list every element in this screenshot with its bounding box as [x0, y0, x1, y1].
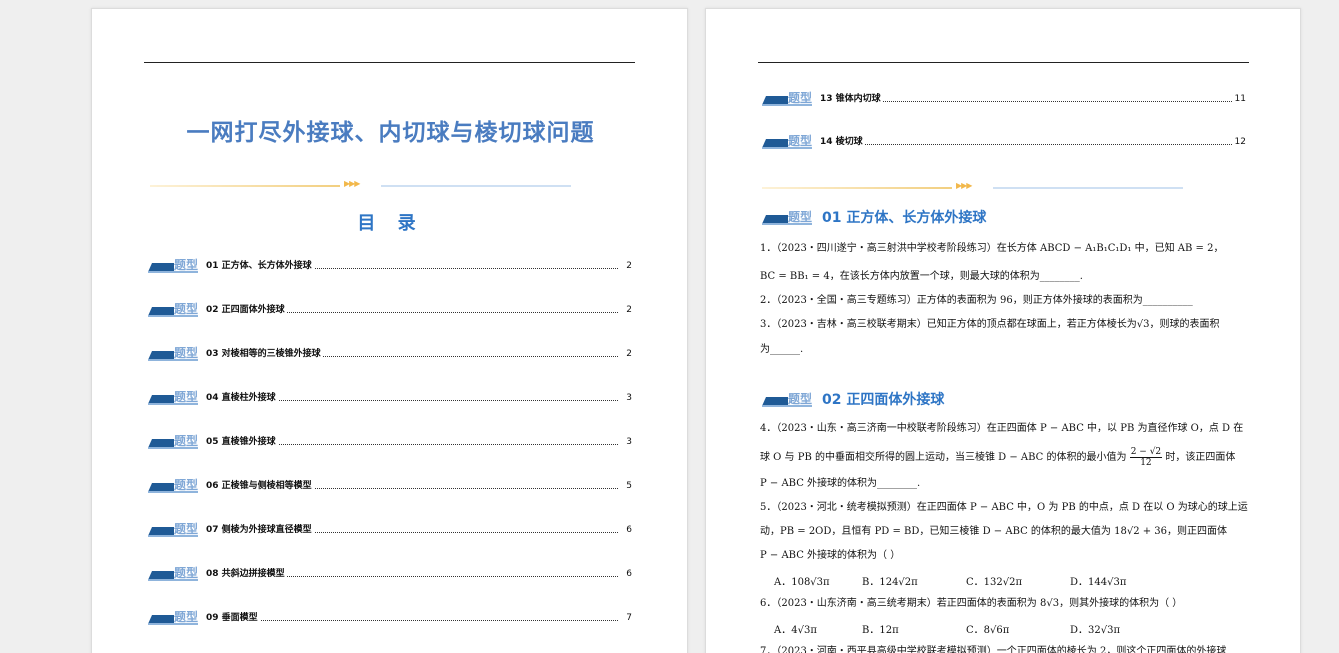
- toc-entry-label: 05 直棱锥外接球: [206, 435, 278, 449]
- toc-entry-label: 13 锥体内切球: [820, 92, 883, 106]
- question-5-option-b: B．124√2π: [862, 577, 918, 588]
- toc-entry-page: 12: [1232, 135, 1246, 149]
- question-type-badge: 题型: [762, 91, 812, 106]
- toc-entry-page: 2: [624, 259, 632, 273]
- question-type-badge: 题型: [762, 392, 812, 407]
- dot-leader: [820, 144, 1232, 145]
- toc-entry-page: 6: [624, 567, 632, 581]
- question-type-badge: 题型: [148, 478, 198, 493]
- question-5-line-3: P − ABC 外接球的体积为（ ）: [760, 550, 901, 561]
- question-type-badge: 题型: [148, 302, 198, 317]
- question-4-line-3: P − ABC 外接球的体积为________.: [760, 478, 921, 489]
- question-type-badge: 题型: [148, 346, 198, 361]
- decorative-divider: ▶▶▶: [762, 181, 1188, 193]
- question-6-option-a: A．4√3π: [774, 625, 817, 636]
- toc-entry-page: 5: [624, 479, 632, 493]
- question-4-line-2: 球 O 与 PB 的中垂面相交所得的圆上运动，当三棱锥 D − ABC 的体积的…: [760, 447, 1236, 468]
- toc-entry-page: 3: [624, 391, 632, 405]
- toc-entry[interactable]: 题型 07 侧棱为外接球直径模型 6: [148, 522, 632, 537]
- toc-entry-page: 11: [1232, 92, 1246, 106]
- question-4-line-1: 4．（2023・山东・高三济南一中校联考阶段练习）在正四面体 P − ABC 中…: [760, 423, 1244, 434]
- toc-entry[interactable]: 题型 01 正方体、长方体外接球 2: [148, 258, 632, 273]
- question-1-line-2: BC = BB₁ = 4，在该长方体内放置一个球，则最大球的体积为_______…: [760, 271, 1083, 282]
- toc-entry[interactable]: 题型 06 正棱锥与侧棱相等模型 5: [148, 478, 632, 493]
- toc-entry-page: 2: [624, 303, 632, 317]
- toc-entry[interactable]: 题型 09 垂面模型 7: [148, 610, 632, 625]
- question-5-option-c: C．132√2π: [966, 577, 1023, 588]
- decorative-divider: ▶▶▶: [150, 179, 582, 191]
- question-type-badge: 题型: [148, 390, 198, 405]
- question-3-line-2: 为______.: [760, 344, 804, 355]
- toc-entry[interactable]: 题型 14 棱切球 12: [762, 134, 1246, 149]
- toc-entry[interactable]: 题型 08 共斜边拼接模型 6: [148, 566, 632, 581]
- question-5-line-1: 5．（2023・河北・统考模拟预测）在正四面体 P − ABC 中，O 为 PB…: [760, 502, 1248, 513]
- toc-entry-page: 2: [624, 347, 632, 361]
- question-type-badge: 题型: [762, 134, 812, 149]
- toc-entry-label: 03 对棱相等的三棱锥外接球: [206, 347, 323, 361]
- toc-entry-page: 7: [624, 611, 632, 625]
- question-7-line-1: 7．（2023・河南・西平县高级中学校联考模拟预测）一个正四面体的棱长为 2，则…: [760, 646, 1227, 653]
- toc-entry-label: 02 正四面体外接球: [206, 303, 287, 317]
- question-type-badge: 题型: [148, 522, 198, 537]
- toc-entry-label: 08 共斜边拼接模型: [206, 567, 287, 581]
- question-6-line-1: 6．（2023・山东济南・高三统考期末）若正四面体的表面积为 8√3，则其外接球…: [760, 598, 1183, 609]
- question-type-badge: 题型: [148, 434, 198, 449]
- question-3-line-1: 3．（2023・吉林・高三校联考期末）已知正方体的顶点都在球面上，若正方体棱长为…: [760, 319, 1220, 330]
- question-5-line-2: 动，PB = 2OD，且恒有 PD = BD，已知三棱锥 D − ABC 的体积…: [760, 526, 1228, 537]
- question-2-line-1: 2．（2023・全国・高三专题练习）正方体的表面积为 96，则正方体外接球的表面…: [760, 295, 1193, 306]
- toc-entry-label: 07 侧棱为外接球直径模型: [206, 523, 314, 537]
- toc-entry[interactable]: 题型 13 锥体内切球 11: [762, 91, 1246, 106]
- toc-entry[interactable]: 题型 05 直棱锥外接球 3: [148, 434, 632, 449]
- toc-entry-label: 14 棱切球: [820, 135, 865, 149]
- toc-entry-label: 06 正棱锥与侧棱相等模型: [206, 479, 314, 493]
- question-type-badge: 题型: [762, 210, 812, 225]
- header-rule: [758, 62, 1249, 63]
- question-6-option-c: C．8√6π: [966, 625, 1010, 636]
- dot-leader: [206, 620, 618, 621]
- question-5-option-a: A．108√3π: [774, 577, 830, 588]
- document-title: 一网打尽外接球、内切球与棱切球问题: [186, 120, 595, 146]
- toc-entry[interactable]: 题型 03 对棱相等的三棱锥外接球 2: [148, 346, 632, 361]
- toc-heading: 目 录: [357, 213, 424, 234]
- section-title: 01 正方体、长方体外接球: [822, 210, 987, 226]
- toc-entry-label: 04 直棱柱外接球: [206, 391, 278, 405]
- question-1-line-1: 1．（2023・四川遂宁・高三射洪中学校考阶段练习）在长方体 ABCD − A₁…: [760, 243, 1224, 254]
- document-page-right: 题型 13 锥体内切球 11 题型 14 棱切球 12 ▶▶▶ 题型 01 正方体、长方体…: [705, 8, 1301, 653]
- toc-entry-label: 09 垂面模型: [206, 611, 260, 625]
- question-6-option-d: D．32√3π: [1070, 625, 1121, 636]
- document-page-left: 一网打尽外接球、内切球与棱切球问题 ▶▶▶ 目 录 题型 01 正方体、长方体外接…: [91, 8, 688, 653]
- toc-entry-label: 01 正方体、长方体外接球: [206, 259, 314, 273]
- toc-entry[interactable]: 题型 02 正四面体外接球 2: [148, 302, 632, 317]
- question-type-badge: 题型: [148, 566, 198, 581]
- question-type-badge: 题型: [148, 258, 198, 273]
- question-type-badge: 题型: [148, 610, 198, 625]
- toc-entry-page: 6: [624, 523, 632, 537]
- toc-entry-page: 3: [624, 435, 632, 449]
- fraction: 2 − √2 12: [1129, 447, 1163, 468]
- toc-entry[interactable]: 题型 04 直棱柱外接球 3: [148, 390, 632, 405]
- header-rule: [144, 62, 635, 63]
- section-title: 02 正四面体外接球: [822, 392, 945, 408]
- question-6-option-b: B．12π: [862, 625, 899, 636]
- question-5-option-d: D．144√3π: [1070, 577, 1127, 588]
